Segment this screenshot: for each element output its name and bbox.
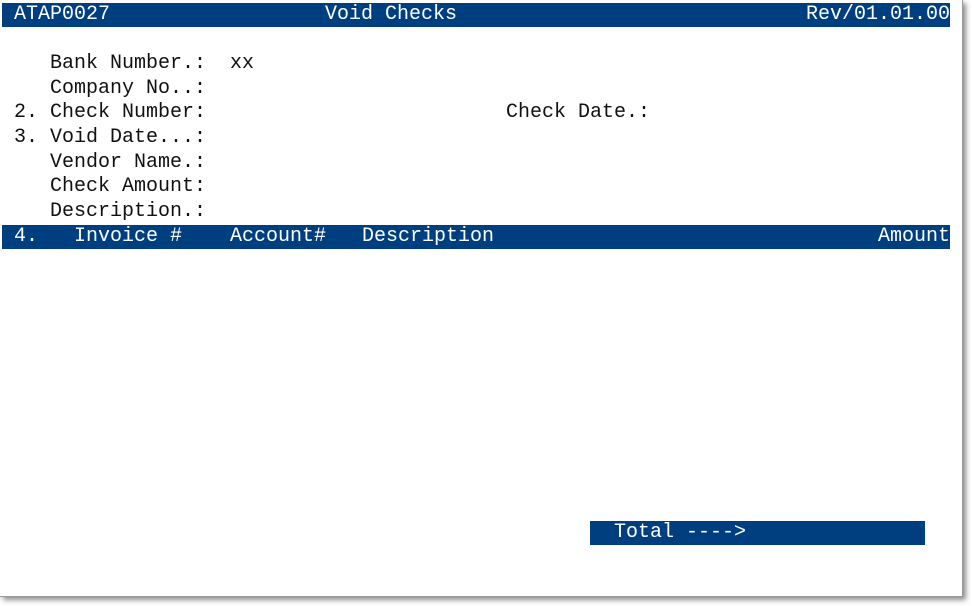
column-invoice: Invoice # — [74, 225, 182, 249]
bank-number-field[interactable]: xx — [230, 52, 254, 76]
check-date-field[interactable] — [650, 101, 800, 125]
check-number-row: 2. Check Number: Check Date.: — [0, 101, 962, 125]
void-date-row: 3. Void Date...: — [0, 126, 962, 150]
terminal-window: ATAP0027 Void Checks Rev/01.01.00 Bank N… — [0, 0, 963, 597]
vendor-name-row: Vendor Name.: — [0, 151, 962, 175]
program-id: ATAP0027 — [14, 3, 110, 27]
column-account: Account# — [230, 225, 326, 249]
table-option[interactable]: 4. — [14, 225, 38, 249]
company-no-label: Company No..: — [50, 77, 206, 101]
check-date-label: Check Date.: — [506, 101, 650, 125]
bank-number-row: Bank Number.: xx — [0, 52, 962, 76]
void-date-field[interactable] — [218, 126, 368, 150]
total-label: Total ----> — [614, 521, 746, 545]
check-number-field[interactable] — [218, 101, 418, 125]
column-description: Description — [362, 225, 494, 249]
revision: Rev/01.01.00 — [806, 3, 950, 27]
bank-number-label: Bank Number.: — [50, 52, 206, 76]
void-date-option[interactable]: 3. — [14, 126, 38, 150]
vendor-name-label: Vendor Name.: — [50, 151, 206, 175]
check-amount-label: Check Amount: — [50, 175, 206, 199]
screen-title: Void Checks — [325, 3, 457, 27]
description-row: Description.: — [0, 200, 962, 224]
check-number-option[interactable]: 2. — [14, 101, 38, 125]
header-bar: ATAP0027 Void Checks Rev/01.01.00 — [2, 3, 950, 27]
table-header: 4. Invoice # Account# Description Amount — [2, 225, 950, 249]
check-number-label: Check Number: — [50, 101, 206, 125]
company-no-field[interactable] — [218, 77, 338, 101]
company-no-row: Company No..: — [0, 77, 962, 101]
description-label: Description.: — [50, 200, 206, 224]
void-date-label: Void Date...: — [50, 126, 206, 150]
column-amount: Amount — [878, 225, 950, 249]
table-body[interactable] — [2, 250, 950, 515]
total-bar: Total ----> — [590, 521, 925, 545]
check-amount-row: Check Amount: — [0, 175, 962, 199]
